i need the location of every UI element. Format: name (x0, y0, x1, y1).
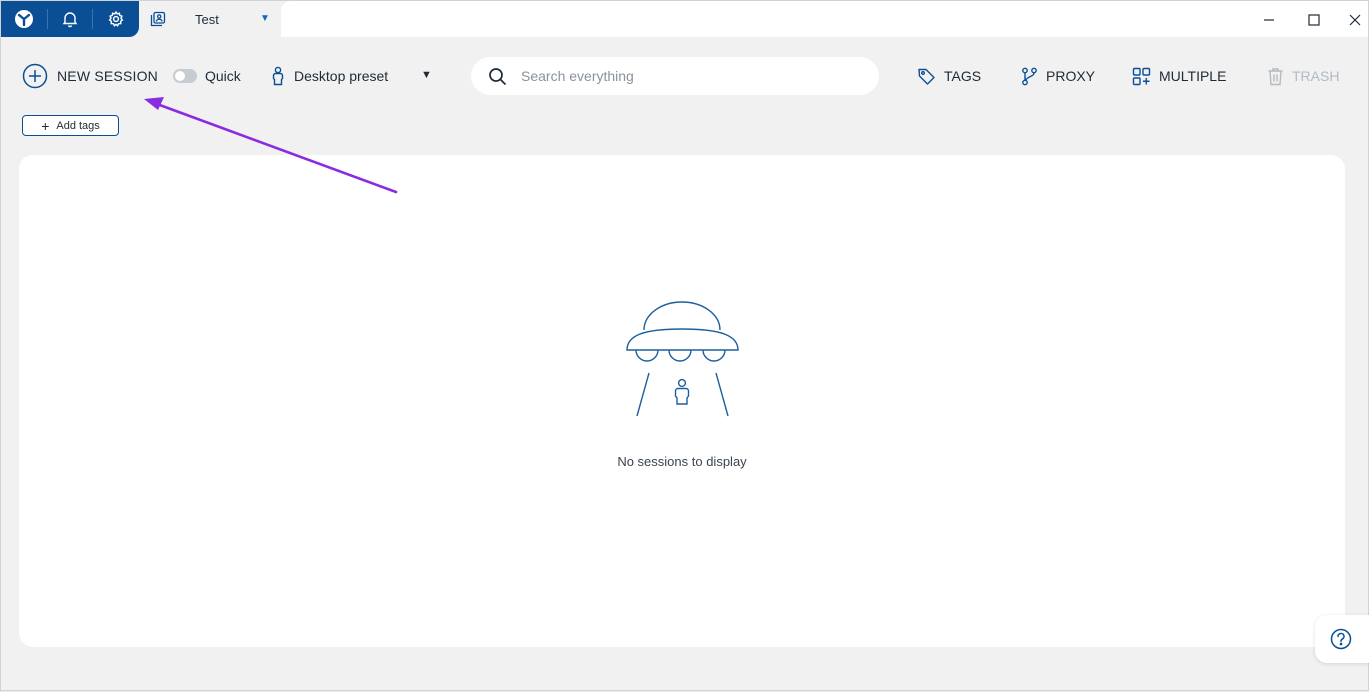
title-separator (47, 9, 48, 29)
plus-icon: + (41, 117, 50, 134)
minimize-icon[interactable] (1256, 9, 1282, 31)
plus-circle-icon (22, 63, 48, 89)
proxy-label: PROXY (1046, 68, 1096, 84)
question-mark-icon (1330, 628, 1352, 650)
new-session-button[interactable]: NEW SESSION (22, 63, 158, 89)
search-bar[interactable] (471, 57, 879, 95)
title-bar-brand-area (1, 1, 139, 37)
ufo-empty-state-icon (624, 300, 742, 423)
trash-icon (1267, 67, 1284, 86)
tags-label: TAGS (944, 68, 982, 84)
multiple-button[interactable]: MULTIPLE (1132, 65, 1226, 87)
search-icon (488, 67, 507, 86)
grid-plus-icon (1132, 67, 1151, 86)
tag-icon (917, 67, 936, 86)
title-separator (92, 9, 93, 29)
workspace-tab-title[interactable]: Test (195, 12, 219, 27)
tab-dropdown-icon[interactable]: ▼ (260, 13, 270, 24)
sessions-panel: No sessions to display (19, 155, 1345, 647)
app-window: Test ▼ NEW SESSION Quick Desktop preset … (0, 0, 1369, 691)
empty-state-message: No sessions to display (617, 454, 747, 469)
app-logo-icon[interactable] (9, 5, 39, 33)
add-tags-button[interactable]: + Add tags (22, 115, 119, 136)
multiple-label: MULTIPLE (1159, 68, 1227, 84)
title-bar: Test ▼ (1, 1, 1368, 37)
quick-label: Quick (205, 68, 241, 84)
maximize-icon[interactable] (1301, 9, 1327, 31)
preset-selector[interactable]: Desktop preset (271, 65, 388, 87)
gear-icon[interactable] (101, 5, 131, 33)
toggle-switch[interactable] (173, 69, 197, 83)
proxy-branch-icon (1021, 67, 1038, 86)
workspace-icon (143, 5, 173, 33)
preset-dropdown-icon[interactable]: ▼ (421, 69, 432, 81)
close-icon[interactable] (1342, 9, 1368, 31)
preset-label: Desktop preset (294, 68, 389, 84)
trash-label: TRASH (1292, 68, 1340, 84)
trash-button[interactable]: TRASH (1267, 65, 1339, 87)
bell-icon[interactable] (55, 5, 85, 33)
person-icon (271, 66, 285, 86)
new-session-label: NEW SESSION (57, 68, 158, 84)
search-input[interactable] (521, 68, 861, 84)
tags-button[interactable]: TAGS (917, 65, 981, 87)
help-button[interactable] (1315, 615, 1369, 663)
proxy-button[interactable]: PROXY (1021, 65, 1095, 87)
add-tags-label: Add tags (56, 119, 100, 132)
quick-toggle[interactable]: Quick (173, 65, 241, 87)
title-bar-drag-area (281, 1, 1368, 37)
